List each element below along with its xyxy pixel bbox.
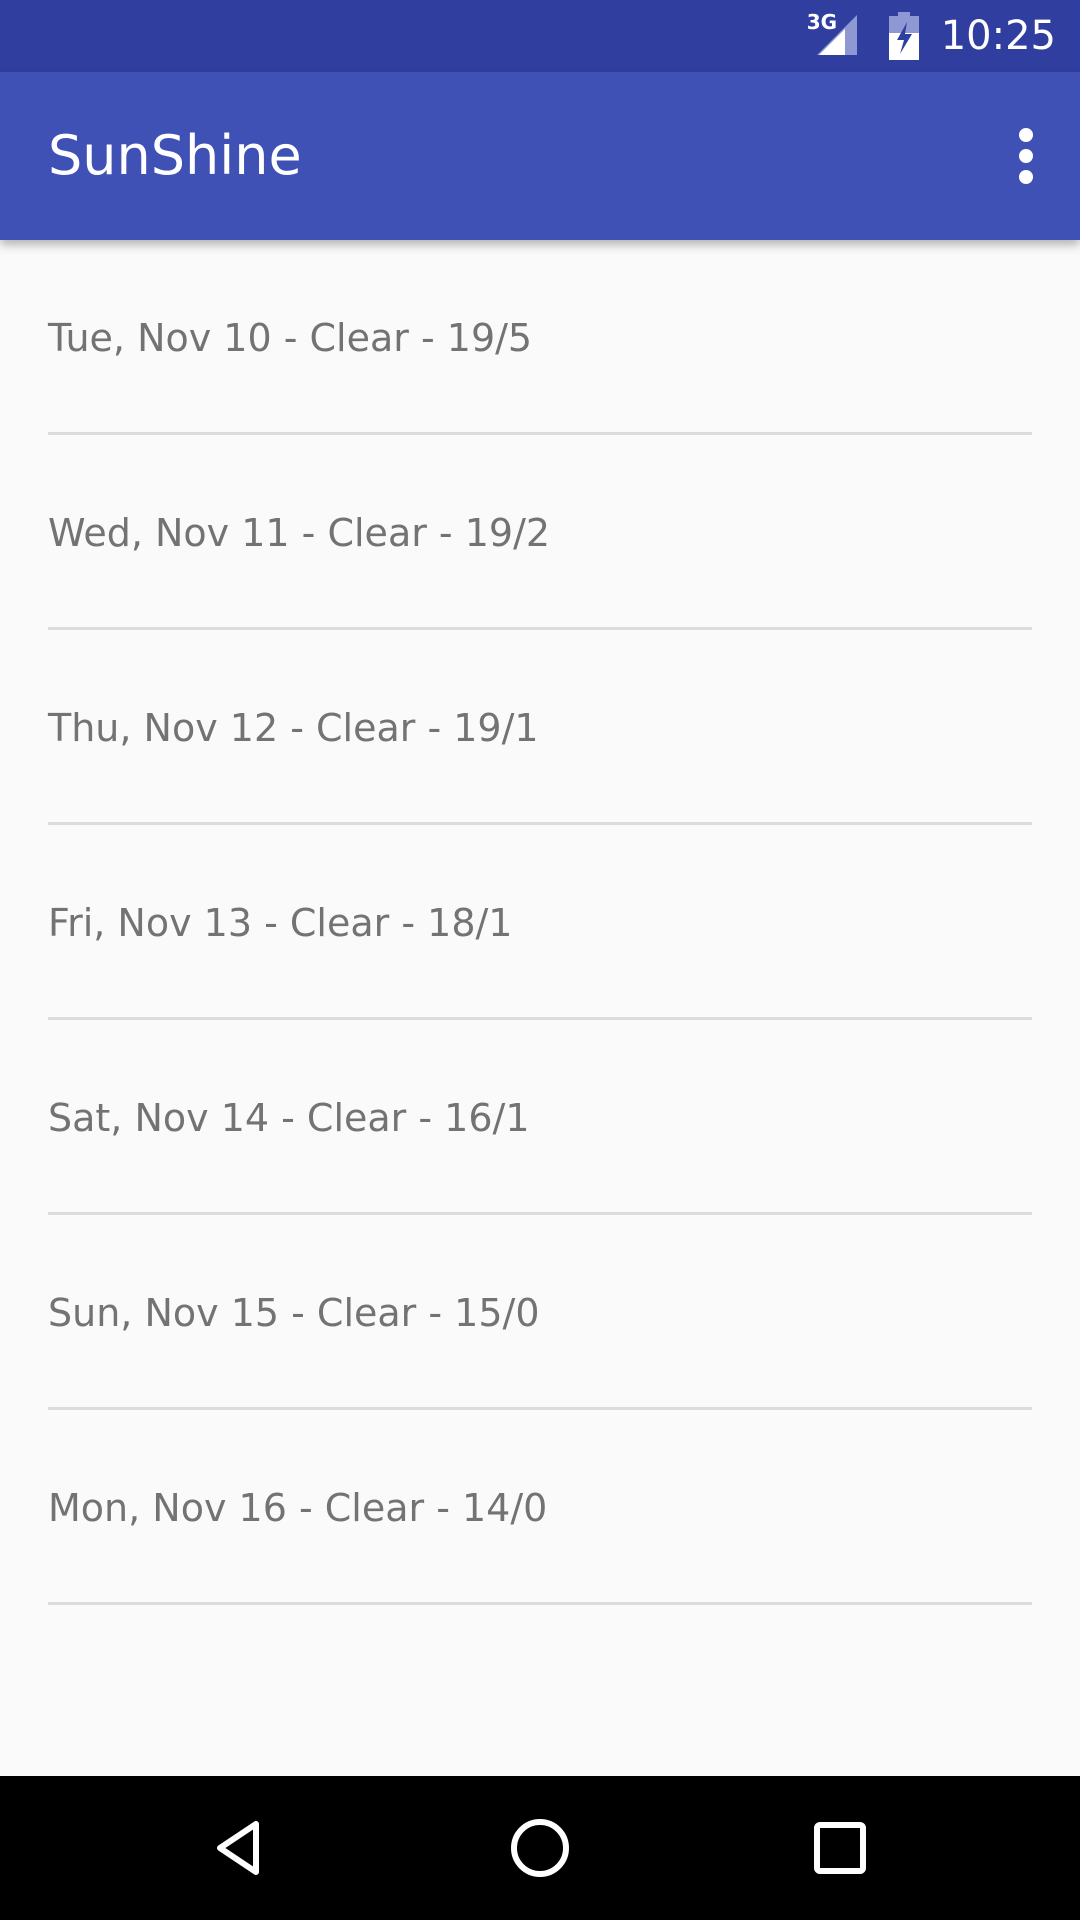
forecast-list: Tue, Nov 10 - Clear - 19/5 Wed, Nov 11 -… — [0, 240, 1080, 1605]
forecast-list-item[interactable]: Sun, Nov 15 - Clear - 15/0 — [0, 1215, 1080, 1410]
home-button[interactable] — [468, 1776, 612, 1920]
forecast-list-item[interactable]: Sat, Nov 14 - Clear - 16/1 — [0, 1020, 1080, 1215]
status-bar: 3G 10:25 — [0, 0, 1080, 72]
app-title: SunShine — [48, 124, 302, 187]
forecast-item-text: Wed, Nov 11 - Clear - 19/2 — [48, 511, 551, 555]
forecast-item-text: Sat, Nov 14 - Clear - 16/1 — [48, 1096, 530, 1140]
forecast-list-item[interactable]: Tue, Nov 10 - Clear - 19/5 — [0, 240, 1080, 435]
forecast-item-text: Tue, Nov 10 - Clear - 19/5 — [48, 316, 533, 360]
forecast-item-text: Mon, Nov 16 - Clear - 14/0 — [48, 1486, 548, 1530]
forecast-list-item[interactable]: Wed, Nov 11 - Clear - 19/2 — [0, 435, 1080, 630]
recents-button[interactable] — [768, 1776, 912, 1920]
battery-charging-icon — [888, 12, 919, 60]
app-bar: SunShine — [0, 72, 1080, 240]
back-button[interactable] — [168, 1776, 312, 1920]
overflow-menu-icon[interactable] — [990, 120, 1062, 192]
status-icons: 3G 10:25 — [807, 0, 1056, 72]
signal-icon: 3G — [807, 11, 867, 61]
forecast-list-item[interactable]: Thu, Nov 12 - Clear - 19/1 — [0, 630, 1080, 825]
forecast-item-text: Sun, Nov 15 - Clear - 15/0 — [48, 1291, 540, 1335]
back-icon — [217, 1821, 259, 1875]
forecast-list-item[interactable]: Mon, Nov 16 - Clear - 14/0 — [0, 1410, 1080, 1605]
list-divider — [48, 1602, 1032, 1605]
navigation-bar — [0, 1776, 1080, 1920]
forecast-item-text: Fri, Nov 13 - Clear - 18/1 — [48, 901, 513, 945]
clock: 10:25 — [940, 13, 1056, 59]
home-icon — [511, 1819, 569, 1877]
forecast-item-text: Thu, Nov 12 - Clear - 19/1 — [48, 706, 539, 750]
forecast-list-item[interactable]: Fri, Nov 13 - Clear - 18/1 — [0, 825, 1080, 1020]
recents-icon — [814, 1822, 866, 1874]
